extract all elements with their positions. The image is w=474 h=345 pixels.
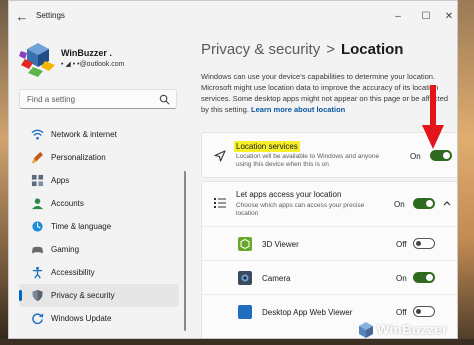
sidebar-item-label: Personalization: [51, 153, 106, 162]
sidebar-item-network[interactable]: Network & internet: [19, 123, 179, 146]
search-placeholder: Find a setting: [27, 95, 76, 104]
sidebar-nav: Network & internet Personalization Apps …: [19, 123, 179, 330]
sidebar-item-apps[interactable]: Apps: [19, 169, 179, 192]
page-title: Location: [340, 41, 404, 58]
title-bar: ← Settings – ☐ ✕: [9, 1, 457, 31]
minimize-icon[interactable]: –: [388, 7, 408, 25]
person-icon: [31, 198, 44, 210]
app-access-card: Let apps access your location Choose whi…: [201, 181, 457, 338]
update-icon: [32, 313, 44, 325]
app-toggle-desktop-web-viewer[interactable]: [413, 306, 435, 317]
app-state: On: [396, 274, 407, 283]
sidebar-item-accounts[interactable]: Accounts: [19, 192, 179, 215]
avatar[interactable]: [19, 41, 57, 79]
location-services-subtitle: Location will be available to Windows an…: [236, 153, 380, 168]
search-input[interactable]: Find a setting: [19, 89, 177, 109]
app-access-title: Let apps access your location: [236, 190, 342, 199]
desktop-background-left: [0, 0, 8, 345]
sidebar-item-windows-update[interactable]: Windows Update: [19, 307, 179, 330]
desktop-background-right: [458, 0, 474, 345]
location-services-toggle[interactable]: [430, 150, 452, 161]
location-services-title: Location services: [234, 141, 300, 152]
apps-icon: [31, 174, 44, 187]
app-toggle-camera[interactable]: [413, 272, 435, 283]
sidebar-item-label: Windows Update: [51, 314, 112, 323]
sidebar-item-label: Network & internet: [51, 130, 117, 139]
location-arrow-icon: [214, 150, 226, 162]
annotation-arrow-icon: [422, 85, 444, 149]
watermark-logo-icon: [359, 322, 373, 338]
app-toggle-3d-viewer[interactable]: [413, 238, 435, 249]
watermark-text: WinBuzzer: [377, 322, 448, 337]
divider: [202, 294, 457, 295]
sidebar-scrollbar[interactable]: [184, 171, 186, 331]
app-name: 3D Viewer: [262, 240, 299, 249]
chevron-up-icon[interactable]: [442, 198, 452, 208]
location-description: Windows can use your device's capabiliti…: [201, 71, 451, 115]
divider: [202, 226, 457, 227]
wifi-icon: [31, 129, 44, 140]
web-viewer-icon: [238, 305, 252, 319]
controller-icon: [31, 246, 44, 254]
app-access-subtitle: Choose which apps can access your precis…: [236, 202, 365, 217]
app-name: Desktop App Web Viewer: [262, 308, 353, 317]
sidebar-item-personalization[interactable]: Personalization: [19, 146, 179, 169]
3d-viewer-icon: [238, 237, 252, 251]
sidebar-item-label: Gaming: [51, 245, 80, 254]
learn-more-link[interactable]: Learn more about location: [251, 105, 345, 114]
account-name: WinBuzzer .: [61, 48, 112, 58]
app-name: Camera: [262, 274, 291, 283]
settings-window: ← Settings – ☐ ✕ WinBuzzer . • ◢ • •@out…: [8, 0, 458, 339]
maximize-icon[interactable]: ☐: [416, 7, 436, 25]
sidebar-item-accessibility[interactable]: Accessibility: [19, 261, 179, 284]
accessibility-icon: [32, 266, 43, 279]
location-services-state: On: [410, 152, 421, 161]
close-icon[interactable]: ✕: [439, 7, 457, 25]
app-state: Off: [396, 240, 407, 249]
app-access-toggle[interactable]: [413, 198, 435, 209]
sidebar-item-time-language[interactable]: Time & language: [19, 215, 179, 238]
sidebar-item-label: Apps: [51, 176, 70, 185]
list-icon: [214, 198, 226, 208]
sidebar-item-privacy-security[interactable]: Privacy & security: [19, 284, 179, 307]
breadcrumb: Privacy & security > Location: [201, 41, 403, 58]
breadcrumb-parent-link[interactable]: Privacy & security: [201, 41, 320, 58]
account-email: • ◢ • •@outlook.com: [61, 61, 125, 68]
clock-globe-icon: [32, 221, 43, 232]
sidebar-item-label: Privacy & security: [51, 291, 115, 300]
brush-icon: [31, 151, 44, 164]
app-access-state: On: [394, 200, 405, 209]
app-state: Off: [396, 308, 407, 317]
sidebar-item-label: Accessibility: [51, 268, 95, 277]
camera-icon: [238, 271, 252, 285]
divider: [202, 260, 457, 261]
sidebar-item-label: Accounts: [51, 199, 84, 208]
sidebar-item-gaming[interactable]: Gaming: [19, 238, 179, 261]
back-arrow-icon[interactable]: ←: [13, 7, 31, 25]
app-title: Settings: [36, 11, 65, 20]
watermark: WinBuzzer: [355, 318, 455, 342]
sidebar-item-label: Time & language: [51, 222, 112, 231]
shield-icon: [32, 289, 43, 302]
search-icon: [159, 94, 170, 105]
breadcrumb-separator: >: [326, 41, 335, 58]
